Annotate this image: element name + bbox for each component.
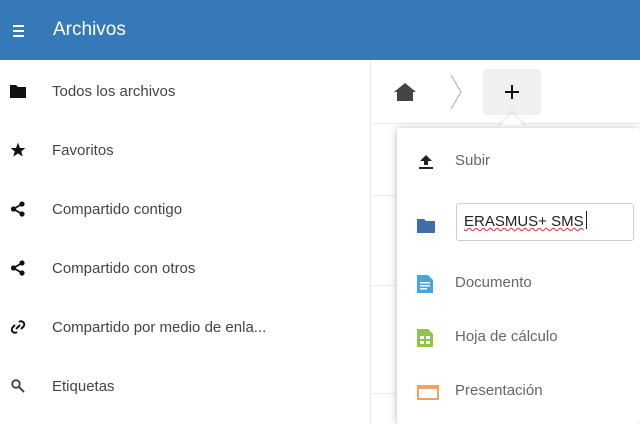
presentation-label: Presentación xyxy=(455,382,543,399)
home-icon[interactable] xyxy=(393,82,417,102)
folder-icon xyxy=(9,82,27,100)
sidebar-item-label: Todos los archivos xyxy=(52,82,176,100)
sidebar-item-label: Compartido con otros xyxy=(52,259,196,277)
sidebar: Todos los archivos Favoritos Compartido … xyxy=(0,60,370,424)
new-spreadsheet-menu-item[interactable]: Hoja de cálculo xyxy=(397,311,640,365)
breadcrumb xyxy=(371,60,640,124)
sidebar-item-label: Etiquetas xyxy=(52,377,115,395)
plus-icon xyxy=(505,85,519,99)
sidebar-item-favorites[interactable]: Favoritos xyxy=(0,121,370,179)
document-label: Documento xyxy=(455,274,532,291)
tag-icon xyxy=(9,377,27,395)
spreadsheet-label: Hoja de cálculo xyxy=(455,328,558,345)
new-item-menu: Subir Documento Hoja de cálculo Presenta… xyxy=(397,128,640,424)
sidebar-item-label: Compartido contigo xyxy=(52,200,183,218)
text-caret xyxy=(585,211,587,229)
link-icon xyxy=(9,318,27,336)
sidebar-item-shared-by-link[interactable]: Compartido por medio de enla... xyxy=(0,298,370,356)
sidebar-item-label: Compartido por medio de enla... xyxy=(52,318,267,336)
new-document-menu-item[interactable]: Documento xyxy=(397,257,640,311)
upload-label: Subir xyxy=(455,152,491,169)
folder-name-value: ERASMUS+ SMS xyxy=(464,213,584,230)
new-presentation-menu-item[interactable]: Presentación xyxy=(397,365,640,419)
spreadsheet-icon xyxy=(417,329,435,347)
star-icon xyxy=(9,141,27,159)
folder-icon xyxy=(417,218,435,236)
document-icon xyxy=(417,275,435,293)
app-title: Archivos xyxy=(53,19,126,40)
sidebar-item-shared-with-others[interactable]: Compartido con otros xyxy=(0,239,370,297)
hamburger-menu-icon[interactable] xyxy=(13,25,27,37)
header-bar: Archivos xyxy=(0,0,640,60)
share-icon xyxy=(9,259,27,277)
folder-name-input[interactable]: ERASMUS+ SMS xyxy=(456,203,634,241)
sidebar-item-label: Favoritos xyxy=(52,141,114,159)
breadcrumb-separator-icon xyxy=(449,74,463,110)
sidebar-item-shared-with-you[interactable]: Compartido contigo xyxy=(0,180,370,238)
upload-menu-item[interactable]: Subir xyxy=(397,135,640,189)
sidebar-item-all-files[interactable]: Todos los archivos xyxy=(0,62,370,120)
sidebar-item-tags[interactable]: Etiquetas xyxy=(0,357,370,415)
upload-icon xyxy=(417,153,435,171)
share-icon xyxy=(9,200,27,218)
presentation-icon xyxy=(417,385,439,403)
new-button[interactable] xyxy=(483,69,541,115)
